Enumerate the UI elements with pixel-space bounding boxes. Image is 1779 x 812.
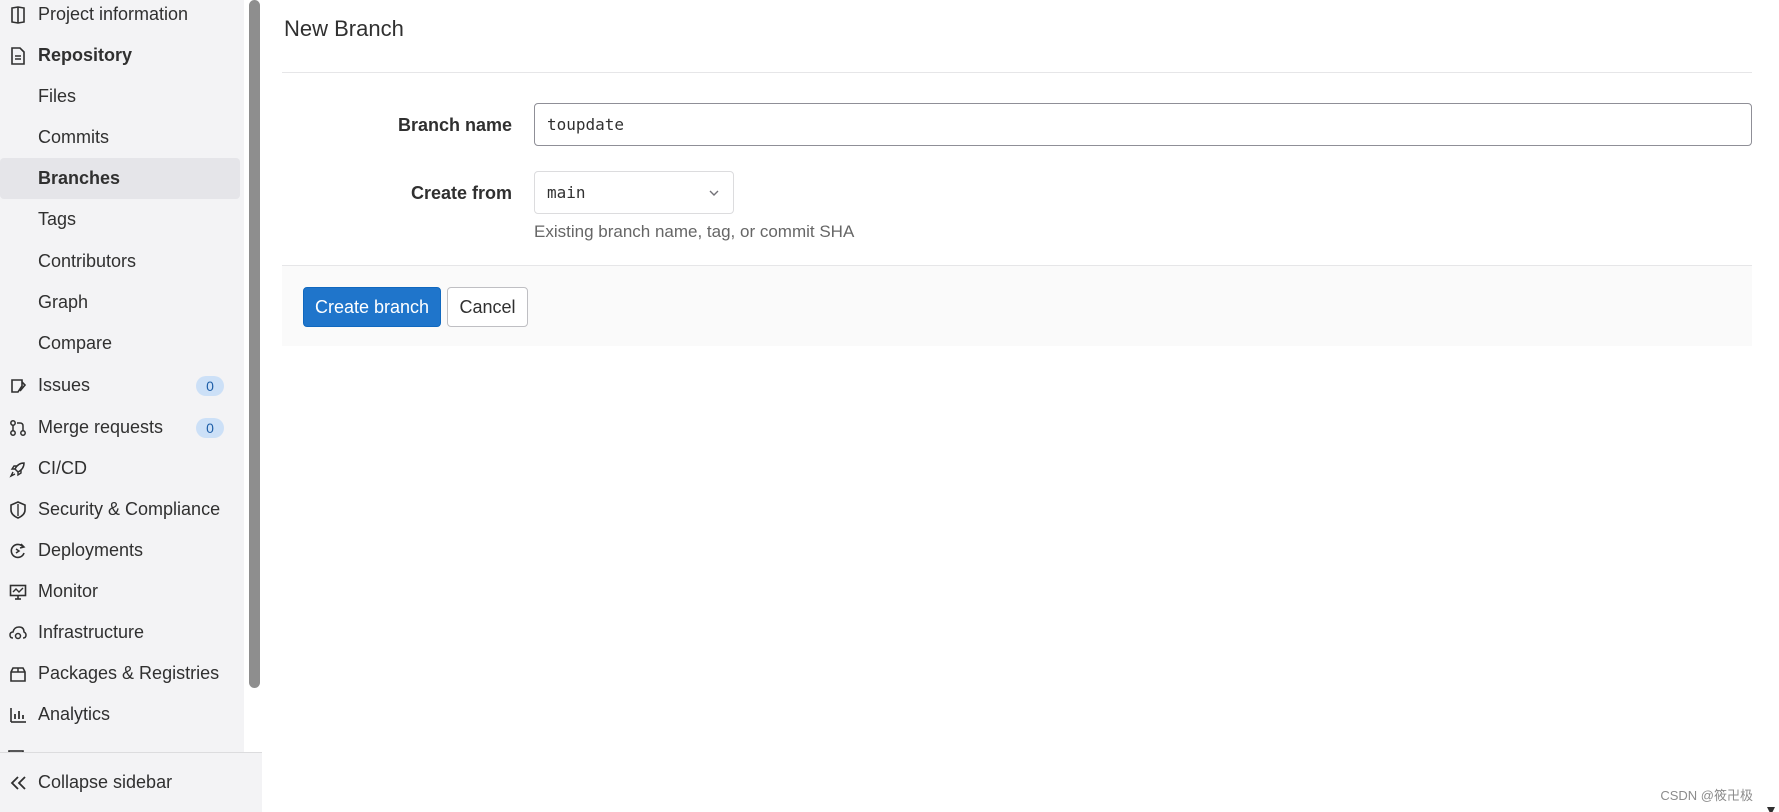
sidebar-item-issues[interactable]: Issues 0 bbox=[0, 365, 240, 406]
resize-corner-icon bbox=[1767, 802, 1775, 812]
create-from-help-text: Existing branch name, tag, or commit SHA bbox=[534, 222, 855, 241]
issues-count-badge: 0 bbox=[196, 375, 224, 396]
chevron-down-icon bbox=[707, 186, 721, 200]
sidebar-item-label: Project information bbox=[38, 4, 189, 24]
sidebar-item-deployments[interactable]: Deployments bbox=[0, 530, 240, 571]
sidebar-item-label: Commits bbox=[38, 127, 109, 147]
sidebar-item-merge-requests[interactable]: Merge requests 0 bbox=[0, 407, 240, 448]
merge-requests-count-badge: 0 bbox=[196, 417, 224, 438]
branch-name-value: toupdate bbox=[547, 115, 625, 134]
sidebar-item-ci-cd[interactable]: CI/CD bbox=[0, 448, 240, 489]
sidebar-item-label: Security & Compliance bbox=[38, 499, 221, 519]
branch-name-label: Branch name bbox=[397, 115, 512, 135]
form-actions: Create branch Cancel bbox=[282, 265, 1752, 346]
sidebar-item-packages-registries[interactable]: Packages & Registries bbox=[0, 653, 240, 694]
sidebar-item-label: Infrastructure bbox=[38, 622, 145, 642]
create-branch-button[interactable]: Create branch bbox=[303, 287, 441, 327]
cloud-gear-icon bbox=[8, 623, 28, 643]
issues-icon bbox=[8, 376, 28, 396]
sidebar-item-label: Monitor bbox=[38, 581, 99, 601]
merge-request-icon bbox=[8, 418, 28, 438]
sidebar: Project information Repository Files Com… bbox=[0, 0, 244, 812]
create-from-select[interactable]: main bbox=[534, 171, 734, 214]
sidebar-item-project-information[interactable]: Project information bbox=[0, 0, 240, 35]
sidebar-item-label: Merge requests bbox=[38, 417, 164, 437]
sidebar-item-compare[interactable]: Compare bbox=[0, 323, 240, 364]
sidebar-item-label: Analytics bbox=[38, 704, 111, 724]
sidebar-item-security-compliance[interactable]: Security & Compliance bbox=[0, 489, 240, 530]
monitor-icon bbox=[8, 582, 28, 602]
sidebar-item-branches[interactable]: Branches bbox=[0, 158, 240, 199]
collapse-sidebar-button[interactable]: Collapse sidebar bbox=[0, 752, 262, 812]
chart-icon bbox=[8, 705, 28, 725]
create-from-label: Create from bbox=[410, 183, 512, 203]
sidebar-item-commits[interactable]: Commits bbox=[0, 117, 240, 158]
sidebar-item-tags[interactable]: Tags bbox=[0, 199, 240, 240]
collapse-sidebar-label: Collapse sidebar bbox=[38, 772, 173, 792]
sidebar-scrollbar-thumb[interactable] bbox=[249, 0, 260, 688]
watermark: CSDN @筱卍极 bbox=[1660, 788, 1753, 803]
branch-name-input[interactable]: toupdate bbox=[534, 103, 1752, 146]
sidebar-item-contributors[interactable]: Contributors bbox=[0, 241, 240, 282]
sidebar-item-label: Deployments bbox=[38, 540, 144, 560]
sidebar-item-label: Issues bbox=[38, 375, 91, 395]
create-from-value: main bbox=[547, 183, 586, 202]
sidebar-item-files[interactable]: Files bbox=[0, 76, 240, 117]
sidebar-item-label: Compare bbox=[38, 333, 113, 353]
sidebar-item-label: Graph bbox=[38, 292, 89, 312]
sidebar-item-label: Tags bbox=[38, 209, 77, 229]
sidebar-item-label: Repository bbox=[38, 45, 133, 65]
shield-icon bbox=[8, 500, 28, 520]
package-icon bbox=[8, 664, 28, 684]
sidebar-item-label: Branches bbox=[38, 168, 121, 188]
sidebar-item-infrastructure[interactable]: Infrastructure bbox=[0, 612, 240, 653]
main-content: New Branch Branch name toupdate Create f… bbox=[282, 0, 1752, 812]
sidebar-item-monitor[interactable]: Monitor bbox=[0, 571, 240, 612]
deployments-icon bbox=[8, 541, 28, 561]
sidebar-item-label: Packages & Registries bbox=[38, 663, 220, 683]
page-title: New Branch bbox=[284, 16, 404, 41]
sidebar-item-label: Contributors bbox=[38, 251, 137, 271]
title-divider bbox=[282, 72, 1752, 73]
chevron-double-left-icon bbox=[9, 773, 29, 793]
sidebar-item-label: Files bbox=[38, 86, 77, 106]
sidebar-item-graph[interactable]: Graph bbox=[0, 282, 240, 323]
sidebar-item-repository[interactable]: Repository bbox=[0, 35, 240, 76]
document-icon bbox=[8, 46, 28, 66]
sidebar-item-analytics[interactable]: Analytics bbox=[0, 694, 240, 735]
rocket-icon bbox=[8, 459, 28, 479]
info-icon bbox=[8, 5, 28, 25]
cancel-button[interactable]: Cancel bbox=[447, 287, 528, 327]
sidebar-item-label: CI/CD bbox=[38, 458, 87, 478]
